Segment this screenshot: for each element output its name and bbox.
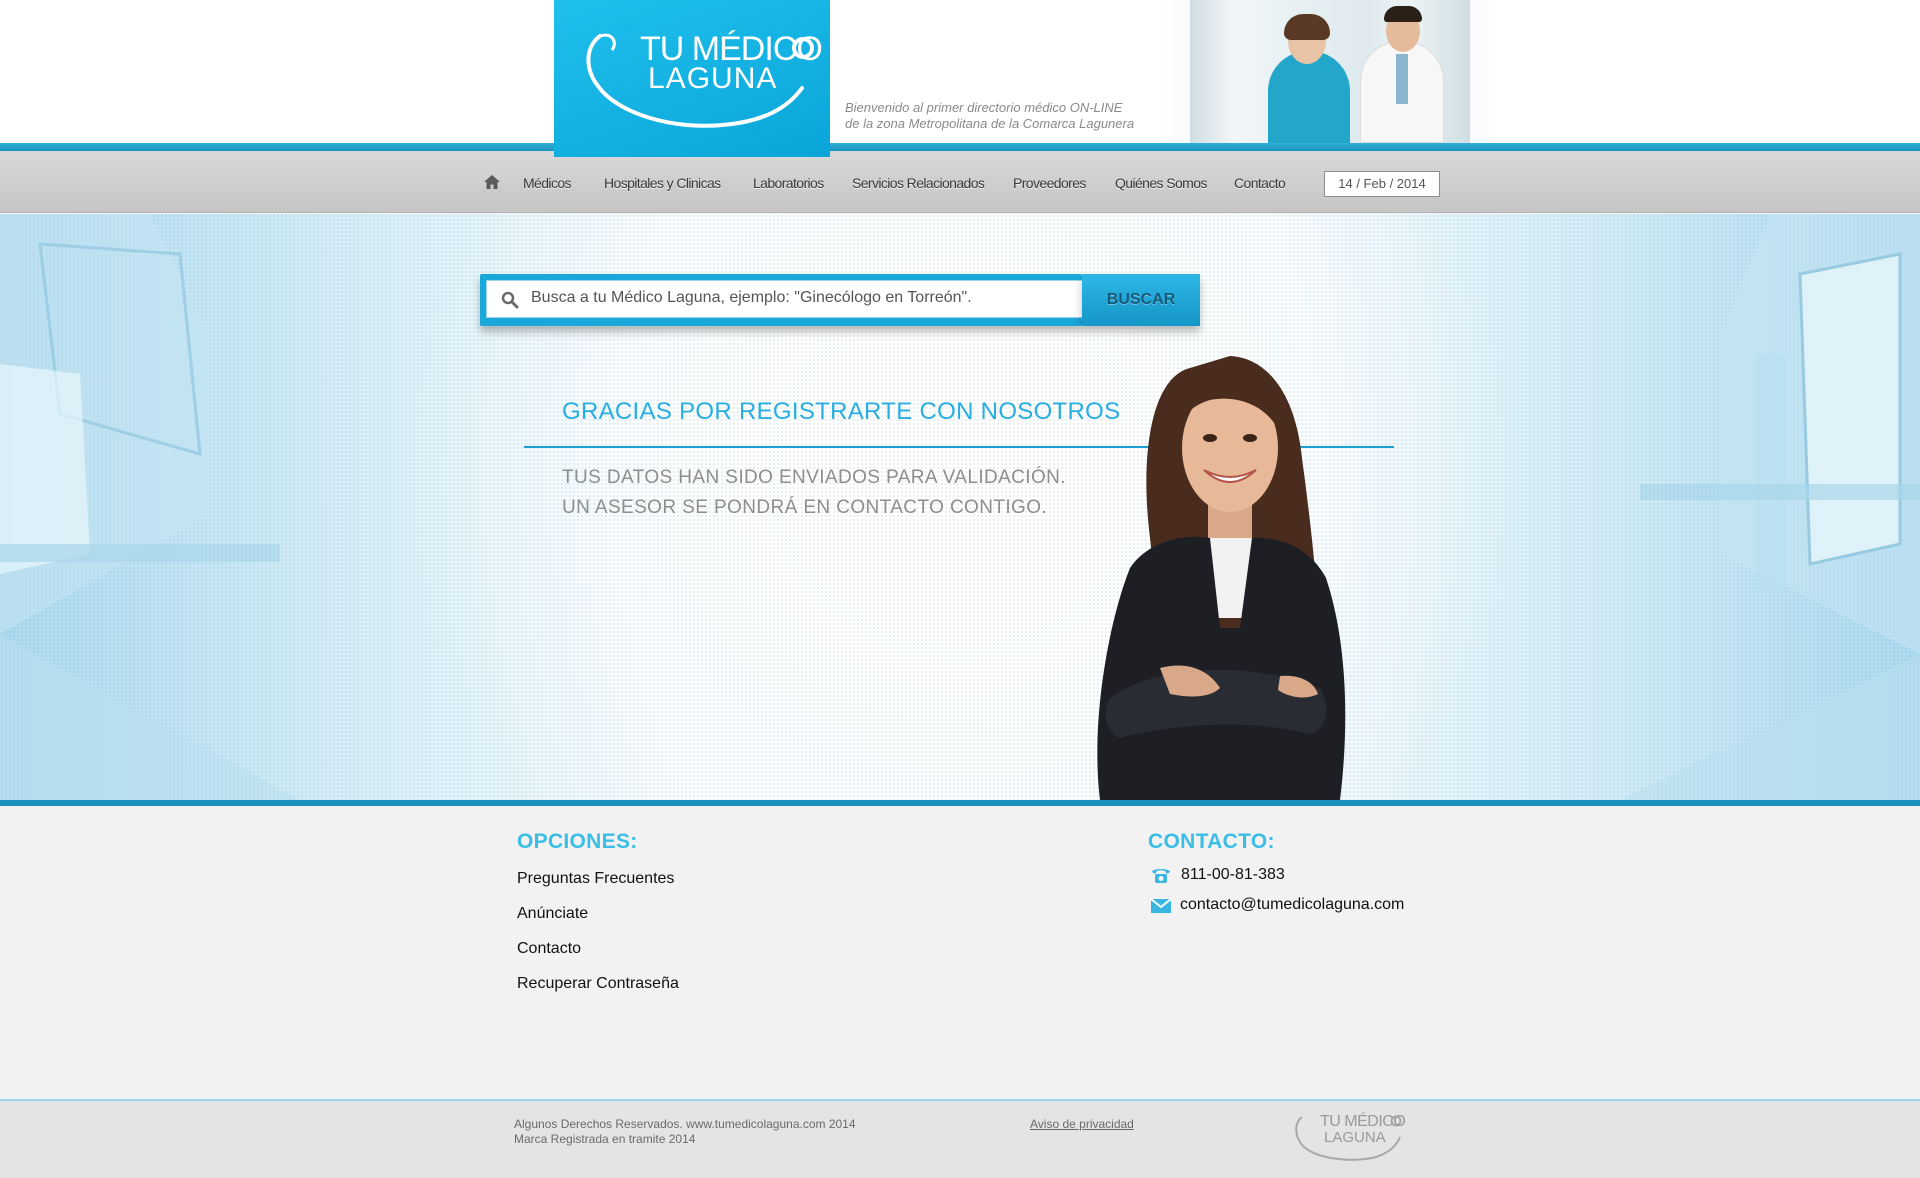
phone-icon <box>1152 869 1170 883</box>
options-heading: OPCIONES: <box>517 830 638 853</box>
legal-bar: Algunos Derechos Reservados. www.tumedic… <box>0 1099 1920 1178</box>
privacy-link[interactable]: Aviso de privacidad <box>1030 1117 1134 1131</box>
footer-logo[interactable]: TU MÉDICO LAGUNA <box>1292 1111 1406 1163</box>
nav-item-quienes-somos[interactable]: Quiénes Somos <box>1115 175 1207 191</box>
nav-item-laboratorios[interactable]: Laboratorios <box>753 175 824 191</box>
smiling-woman-image <box>1097 356 1346 800</box>
nav-item-servicios[interactable]: Servicios Relacionados <box>852 175 985 191</box>
home-icon[interactable] <box>483 173 501 191</box>
footer-link-contact[interactable]: Contacto <box>517 940 581 958</box>
current-date: 14 / Feb / 2014 <box>1324 171 1440 197</box>
header-accent-line <box>0 143 1920 151</box>
nav-item-contacto[interactable]: Contacto <box>1234 175 1286 191</box>
footer-link-faq[interactable]: Preguntas Frecuentes <box>517 870 674 888</box>
envelope-icon <box>1150 898 1172 913</box>
search-input[interactable] <box>531 289 1071 307</box>
confirmation-title: GRACIAS POR REGISTRARTE CON NOSOTROS <box>562 398 1121 425</box>
nav-item-hospitales[interactable]: Hospitales y Clinicas <box>604 175 721 191</box>
footer-logo-bottom: LAGUNA <box>1324 1129 1386 1146</box>
copyright: Algunos Derechos Reservados. www.tumedic… <box>514 1117 856 1147</box>
search-button[interactable]: BUSCAR <box>1082 274 1200 326</box>
footer-link-advertise[interactable]: Anúnciate <box>517 905 588 923</box>
magnifier-icon <box>501 291 519 309</box>
site-logo[interactable]: TU MÉDICO LAGUNA <box>554 0 830 157</box>
main-nav: Médicos Hospitales y Clinicas Laboratori… <box>0 151 1920 213</box>
doctors-banner-image <box>1160 0 1500 143</box>
confirmation-line-1: TUS DATOS HAN SIDO ENVIADOS PARA VALIDAC… <box>562 467 1066 488</box>
contact-phone: 811-00-81-383 <box>1181 866 1285 883</box>
site-tagline: Bienvenido al primer directorio médico O… <box>845 100 1134 132</box>
confirmation-line-2: UN ASESOR SE PONDRÁ EN CONTACTO CONTIGO. <box>562 497 1048 518</box>
nav-item-medicos[interactable]: Médicos <box>523 175 572 191</box>
tagline-line2: de la zona Metropolitana de la Comarca L… <box>845 116 1135 131</box>
logo-text-bottom: LAGUNA <box>648 62 778 95</box>
hallway-right-image <box>1620 214 1920 800</box>
nurse-figure <box>1268 51 1350 143</box>
site-header: Bienvenido al primer directorio médico O… <box>0 0 1920 151</box>
tagline-line1: Bienvenido al primer directorio médico O… <box>845 100 1123 115</box>
contact-heading: CONTACTO: <box>1148 830 1275 853</box>
hallway-left-image <box>0 214 300 800</box>
footer: OPCIONES: Preguntas Frecuentes Anúnciate… <box>0 806 1920 1100</box>
nav-item-proveedores[interactable]: Proveedores <box>1013 175 1086 191</box>
search-bar: BUSCAR <box>480 274 1200 328</box>
copyright-line-1: Algunos Derechos Reservados. www.tumedic… <box>514 1117 856 1131</box>
footer-link-recover-password[interactable]: Recuperar Contraseña <box>517 975 679 993</box>
copyright-line-2: Marca Registrada en tramite 2014 <box>514 1132 696 1146</box>
contact-email[interactable]: contacto@tumedicolaguna.com <box>1180 896 1404 914</box>
